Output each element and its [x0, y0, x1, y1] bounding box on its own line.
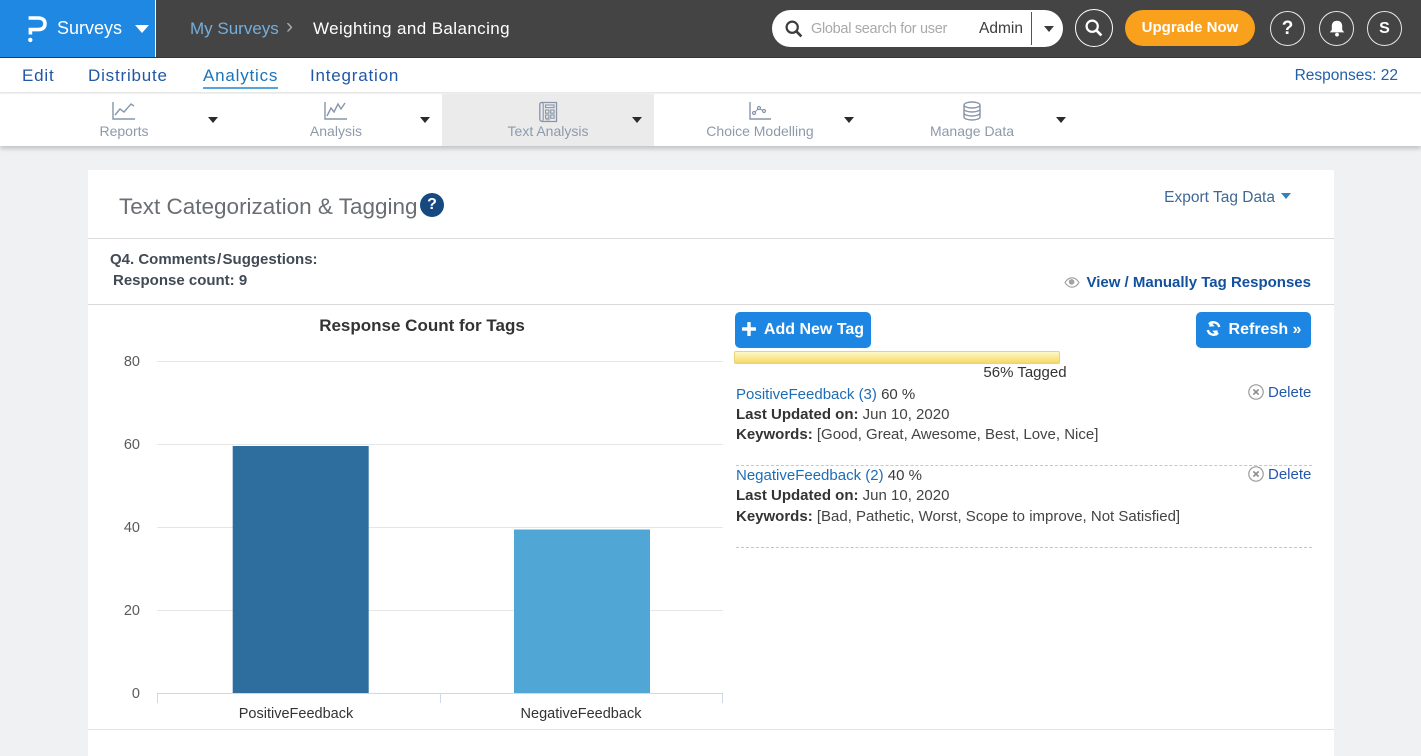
svg-text:60: 60 — [124, 437, 140, 453]
svg-text:NegativeFeedback: NegativeFeedback — [521, 706, 643, 722]
svg-text:80: 80 — [124, 354, 140, 370]
svg-text:40: 40 — [124, 520, 140, 536]
svg-text:20: 20 — [124, 603, 140, 619]
svg-text:0: 0 — [132, 686, 140, 702]
svg-text:PositiveFeedback: PositiveFeedback — [239, 706, 354, 722]
svg-text:Response Count for Tags: Response Count for Tags — [319, 316, 525, 335]
